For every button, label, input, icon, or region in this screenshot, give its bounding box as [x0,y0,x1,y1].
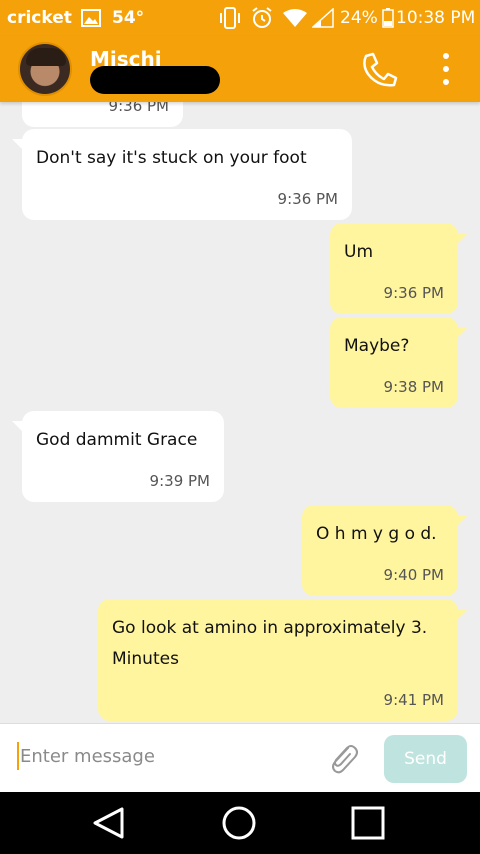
clock: 10:38 PM [396,8,476,28]
message-time: 9:38 PM [383,378,444,396]
message-bubble-outgoing[interactable]: Maybe? 9:38 PM [330,317,468,408]
overflow-menu-icon[interactable] [436,52,456,86]
message-bubble-outgoing[interactable]: Um 9:36 PM [330,223,468,314]
message-bubble-outgoing[interactable]: O h m y g o d. 9:40 PM [302,505,468,596]
carrier-label: cricket [7,8,72,28]
message-text: God dammit Grace [36,430,198,450]
recent-apps-icon[interactable] [350,805,386,841]
message-text: Um [344,242,374,262]
message-text: Maybe? [344,336,410,356]
home-icon[interactable] [220,804,258,842]
send-button[interactable]: Send [384,735,467,783]
message-time: 9:41 PM [383,691,444,709]
phone-icon[interactable] [360,52,398,88]
temperature-label: 54° [112,8,145,28]
battery-icon [382,8,394,28]
message-time: 9:36 PM [277,190,338,208]
message-time: 9:39 PM [149,472,210,490]
message-bubble-outgoing[interactable]: Go look at amino in approximately 3. Min… [98,599,468,721]
contact-avatar[interactable] [18,42,72,96]
text-cursor [17,742,19,770]
message-bubble-incoming[interactable]: Don't say it's stuck on your foot 9:36 P… [12,129,352,220]
alarm-icon [252,7,272,28]
signal-icon [312,8,334,28]
avatar-hair [26,48,66,66]
message-composer: Send [0,723,480,792]
chat-header: Mischi [0,36,480,102]
wifi-icon [283,9,307,27]
message-time: 9:36 PM [383,284,444,302]
back-icon[interactable] [90,806,126,840]
battery-percent: 24% [340,8,378,28]
status-bar: cricket 54° 24% 10:38 PM [0,0,480,36]
paperclip-icon[interactable] [326,740,360,776]
system-nav-bar [0,792,480,854]
redaction-mark [90,66,220,94]
message-bubble-incoming[interactable]: God dammit Grace 9:39 PM [12,411,224,502]
message-text: Go look at amino in approximately 3. Min… [112,618,428,669]
message-input[interactable] [20,740,310,772]
message-text: O h m y g o d. [316,524,437,544]
image-notification-icon [81,9,101,27]
message-text: Don't say it's stuck on your foot [36,148,307,168]
vibrate-icon [220,7,240,29]
message-time: 9:40 PM [383,566,444,584]
